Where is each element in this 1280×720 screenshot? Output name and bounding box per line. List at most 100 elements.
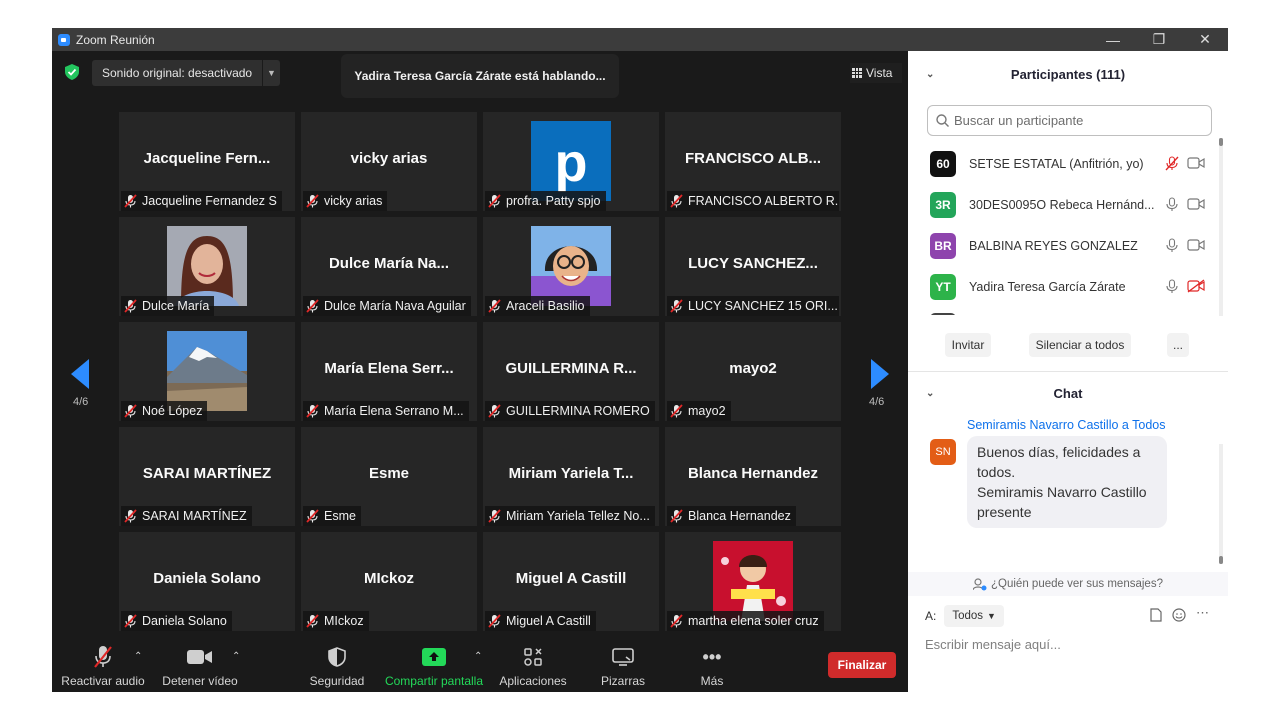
stop-video-button[interactable]: Detener vídeo bbox=[158, 642, 242, 688]
tile-name-label: Araceli Basilio bbox=[485, 296, 590, 316]
participant-row[interactable]: BR BALBINA REYES GONZALEZ bbox=[908, 225, 1228, 266]
sender-recipient[interactable]: Todos bbox=[1132, 418, 1165, 432]
video-tile[interactable]: Dulce María bbox=[119, 217, 295, 316]
video-tile[interactable]: vicky arias vicky arias bbox=[301, 112, 477, 211]
who-can-see-link[interactable]: ¿Quién puede ver sus mensajes? bbox=[908, 572, 1228, 596]
video-tile[interactable]: LUCY SANCHEZ... LUCY SANCHEZ 15 ORI... bbox=[665, 217, 841, 316]
tile-display-name: vicky arias bbox=[350, 150, 428, 167]
tile-participant-name: GUILLERMINA ROMERO bbox=[506, 404, 650, 418]
tile-display-name: Miriam Yariela T... bbox=[508, 465, 634, 482]
participant-row[interactable]: 3R 30DES0095O Rebeca Hernánd... bbox=[908, 184, 1228, 225]
mic-icon[interactable] bbox=[1165, 238, 1179, 253]
apps-button[interactable]: Aplicaciones bbox=[496, 642, 570, 688]
original-sound-select[interactable]: Sonido original: desactivado ▼ bbox=[92, 60, 280, 86]
shield-check-icon[interactable] bbox=[65, 64, 79, 80]
tile-name-label: profra. Patty spjo bbox=[485, 191, 606, 211]
chevron-down-icon[interactable]: ▼ bbox=[262, 60, 280, 86]
collapse-chat-chevron-icon[interactable]: ⌄ bbox=[926, 388, 934, 399]
restore-button[interactable]: ❐ bbox=[1136, 31, 1182, 48]
tile-name-label: Miriam Yariela Tellez No... bbox=[485, 506, 655, 526]
tile-name-label: GUILLERMINA ROMERO bbox=[485, 401, 655, 421]
collapse-participants-chevron-icon[interactable]: ⌄ bbox=[926, 69, 934, 80]
video-tile[interactable]: Daniela Solano Daniela Solano bbox=[119, 532, 295, 631]
security-button[interactable]: Seguridad bbox=[304, 642, 370, 688]
video-tile[interactable]: MIckoz MIckoz bbox=[301, 532, 477, 631]
chat-recipient-select[interactable]: Todos ▼ bbox=[944, 605, 1004, 627]
chat-message-bubble: Buenos días, felicidades a todos. Semira… bbox=[967, 436, 1167, 528]
tile-display-name: GUILLERMINA R... bbox=[505, 360, 637, 377]
mic-muted-icon[interactable] bbox=[1165, 156, 1179, 171]
share-options-chevron-icon[interactable]: ⌃ bbox=[474, 651, 482, 662]
participant-actions: Invitar Silenciar a todos ... bbox=[908, 333, 1228, 357]
video-tile[interactable]: Dulce María Na... Dulce María Nava Aguila… bbox=[301, 217, 477, 316]
video-tile[interactable]: Miguel A Castill Miguel A Castill bbox=[483, 532, 659, 631]
participant-row[interactable]: YT Yadira Teresa García Zárate bbox=[908, 266, 1228, 307]
mic-icon[interactable] bbox=[1165, 279, 1179, 294]
chat-recipient-row: A: Todos ▼ bbox=[925, 605, 1004, 627]
mic-muted-icon bbox=[306, 299, 319, 313]
security-shield-icon bbox=[328, 647, 346, 667]
video-gallery-grid: Jacqueline Fern... Jacqueline Fernandez S… bbox=[119, 112, 841, 631]
video-tile[interactable]: mayo2 mayo2 bbox=[665, 322, 841, 421]
previous-page-arrow-icon[interactable] bbox=[71, 359, 89, 389]
share-screen-button[interactable]: Compartir pantalla bbox=[382, 642, 486, 688]
end-meeting-button[interactable]: Finalizar bbox=[828, 652, 896, 678]
mic-muted-icon bbox=[306, 614, 319, 628]
participant-search-input[interactable]: Buscar un participante bbox=[927, 105, 1212, 136]
minimize-button[interactable]: — bbox=[1090, 32, 1136, 48]
emoji-icon[interactable] bbox=[1172, 608, 1186, 622]
video-tile[interactable]: Araceli Basilio bbox=[483, 217, 659, 316]
video-muted-icon[interactable] bbox=[1187, 279, 1205, 293]
participant-row[interactable]: 60 SETSE ESTATAL (Anfitrión, yo) bbox=[908, 143, 1228, 184]
search-icon bbox=[936, 114, 949, 127]
participant-more-button[interactable]: ... bbox=[1167, 333, 1189, 357]
participant-row-partial[interactable] bbox=[908, 307, 1228, 315]
video-tile[interactable]: FRANCISCO ALB... FRANCISCO ALBERTO R... bbox=[665, 112, 841, 211]
video-tile[interactable]: Blanca Hernandez Blanca Hernandez bbox=[665, 427, 841, 526]
invite-button[interactable]: Invitar bbox=[945, 333, 991, 357]
video-options-chevron-icon[interactable]: ⌃ bbox=[232, 651, 240, 662]
view-button[interactable]: Vista bbox=[850, 63, 902, 83]
tile-participant-name: Miguel A Castill bbox=[506, 614, 591, 628]
participant-search-placeholder: Buscar un participante bbox=[954, 113, 1084, 128]
video-off-icon[interactable] bbox=[1187, 238, 1205, 252]
chat-message-line-2: Semiramis Navarro Castillo presente bbox=[977, 484, 1147, 520]
whiteboards-button[interactable]: Pizarras bbox=[592, 642, 654, 688]
tile-participant-name: SARAI MARTÍNEZ bbox=[142, 509, 247, 523]
more-options-icon[interactable]: ⋯ bbox=[1196, 605, 1209, 622]
chat-scrollbar[interactable] bbox=[1219, 444, 1223, 564]
video-off-icon[interactable] bbox=[1187, 197, 1205, 211]
video-tile[interactable]: GUILLERMINA R... GUILLERMINA ROMERO bbox=[483, 322, 659, 421]
whiteboards-label: Pizarras bbox=[600, 674, 645, 688]
tile-display-name: María Elena Serr... bbox=[324, 360, 454, 377]
share-screen-label: Compartir pantalla bbox=[384, 674, 484, 688]
unmute-audio-button[interactable]: Reactivar audio bbox=[60, 642, 146, 688]
tile-participant-name: Blanca Hernandez bbox=[688, 509, 791, 523]
video-tile[interactable]: Noé López bbox=[119, 322, 295, 421]
more-button[interactable]: ••• Más bbox=[682, 642, 742, 689]
mic-icon[interactable] bbox=[1165, 197, 1179, 212]
audio-options-chevron-icon[interactable]: ⌃ bbox=[134, 651, 142, 662]
video-tile[interactable]: María Elena Serr... María Elena Serrano M… bbox=[301, 322, 477, 421]
mute-all-button[interactable]: Silenciar a todos bbox=[1029, 333, 1131, 357]
video-tile[interactable]: Jacqueline Fern... Jacqueline Fernandez S bbox=[119, 112, 295, 211]
file-icon[interactable] bbox=[1150, 608, 1162, 622]
tile-name-label: María Elena Serrano M... bbox=[303, 401, 469, 421]
sender-name[interactable]: Semiramis Navarro Castillo bbox=[967, 418, 1118, 432]
participant-list-scrollbar[interactable] bbox=[1219, 138, 1223, 316]
mic-muted-icon bbox=[488, 194, 501, 208]
zoom-app-icon bbox=[58, 33, 70, 46]
video-tile[interactable]: martha elena soler cruz bbox=[665, 532, 841, 631]
next-page-arrow-icon[interactable] bbox=[871, 359, 889, 389]
profile-photo-woman bbox=[167, 226, 247, 306]
video-tile[interactable]: Esme Esme bbox=[301, 427, 477, 526]
video-tile[interactable]: SARAI MARTÍNEZ SARAI MARTÍNEZ bbox=[119, 427, 295, 526]
mic-muted-icon bbox=[670, 404, 683, 418]
video-tile[interactable]: p profra. Patty spjo bbox=[483, 112, 659, 211]
close-button[interactable]: ✕ bbox=[1182, 31, 1228, 48]
tile-name-label: Miguel A Castill bbox=[485, 611, 596, 631]
video-off-icon[interactable] bbox=[1187, 156, 1205, 170]
tile-name-label: Blanca Hernandez bbox=[667, 506, 796, 526]
video-tile[interactable]: Miriam Yariela T... Miriam Yariela Tellez… bbox=[483, 427, 659, 526]
chat-message-input[interactable]: Escribir mensaje aquí... bbox=[925, 637, 1061, 652]
